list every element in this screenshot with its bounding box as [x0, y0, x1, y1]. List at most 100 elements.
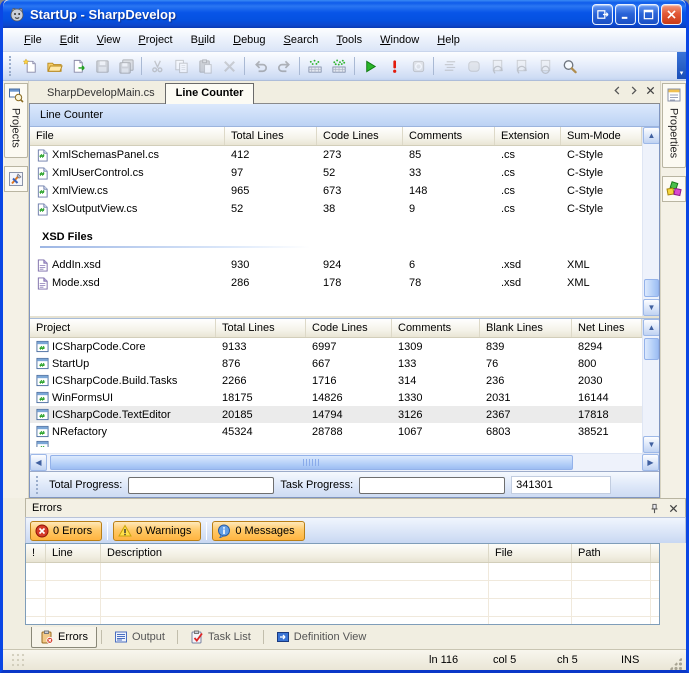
table-row[interactable]: XslOutputView.cs52389.csC-Style: [30, 200, 642, 218]
filter-errors-button[interactable]: 0 Errors: [30, 521, 102, 541]
close-window-button[interactable]: [661, 4, 682, 25]
errors-column-line[interactable]: Line: [46, 544, 101, 562]
scroll-down-arrow[interactable]: ▼: [643, 299, 659, 316]
column-header-comments[interactable]: Comments: [392, 319, 480, 337]
save-button[interactable]: [90, 54, 114, 78]
vertical-scrollbar[interactable]: ▲▼: [642, 319, 659, 453]
vertical-scroll-thumb[interactable]: [644, 279, 659, 297]
search-button[interactable]: [557, 54, 581, 78]
column-header-net-lines[interactable]: Net Lines: [572, 319, 642, 337]
column-header-code-lines[interactable]: Code Lines: [306, 319, 392, 337]
pad-tab-task-list[interactable]: Task List: [182, 627, 259, 647]
progress-strip-grip[interactable]: [36, 476, 41, 494]
column-header-project[interactable]: Project: [30, 319, 216, 337]
scroll-right-arrow[interactable]: ▶: [642, 454, 659, 471]
table-row[interactable]: XmlSchemasPanel.cs41227385.csC-Style: [30, 146, 642, 164]
step-over-button[interactable]: [485, 54, 509, 78]
table-row[interactable]: [30, 440, 642, 447]
menu-debug[interactable]: Debug: [224, 31, 274, 49]
filter-messages-button[interactable]: 0 Messages: [212, 521, 304, 541]
vertical-scroll-thumb[interactable]: [644, 338, 659, 360]
sidebar-tab-projects[interactable]: Projects: [4, 83, 28, 158]
scroll-up-arrow[interactable]: ▲: [643, 319, 659, 336]
errors-column-path[interactable]: Path: [572, 544, 651, 562]
minimize-button[interactable]: [615, 4, 636, 25]
scroll-left-arrow[interactable]: ◀: [30, 454, 47, 471]
menu-search[interactable]: Search: [275, 31, 328, 49]
table-row[interactable]: Mode.xsd28617878.xsdXML: [30, 274, 642, 292]
pad-tab-definition-view[interactable]: Definition View: [268, 627, 375, 647]
menu-file[interactable]: File: [15, 31, 51, 49]
scroll-up-arrow[interactable]: ▲: [643, 127, 659, 144]
menu-build[interactable]: Build: [182, 31, 224, 49]
build-button[interactable]: [303, 54, 327, 78]
menu-project[interactable]: Project: [129, 31, 181, 49]
table-row[interactable]: XmlUserControl.cs975233.csC-Style: [30, 164, 642, 182]
run-button[interactable]: [358, 54, 382, 78]
abort-button[interactable]: [382, 54, 406, 78]
copy-button[interactable]: [169, 54, 193, 78]
tab-scroll-right-button[interactable]: [629, 86, 638, 95]
horizontal-scrollbar[interactable]: ◀ ▶: [30, 453, 659, 471]
tab-close-button[interactable]: [645, 85, 656, 96]
pad-tab-errors[interactable]: Errors: [31, 627, 97, 648]
column-header-sum-mode[interactable]: Sum-Mode: [561, 127, 642, 145]
toolbar-grip[interactable]: [9, 56, 15, 76]
table-row[interactable]: XmlView.cs965673148.csC-Style: [30, 182, 642, 200]
sidebar-tab-tools[interactable]: [4, 166, 28, 192]
tab-scroll-left-button[interactable]: [613, 86, 622, 95]
column-header-code-lines[interactable]: Code Lines: [317, 127, 403, 145]
table-row[interactable]: NRefactory45324287881067680338521: [30, 423, 642, 440]
menu-view[interactable]: View: [88, 31, 130, 49]
pin-icon[interactable]: [649, 503, 660, 514]
doc-tab-sharpdevelopmain-cs[interactable]: SharpDevelopMain.cs: [37, 84, 165, 103]
resize-grip[interactable]: [669, 657, 682, 670]
vertical-scrollbar[interactable]: ▲▼: [642, 127, 659, 316]
step-into-button[interactable]: [509, 54, 533, 78]
scroll-down-arrow[interactable]: ▼: [643, 436, 659, 453]
pad-tab-output[interactable]: Output: [106, 627, 173, 647]
column-header-blank-lines[interactable]: Blank Lines: [480, 319, 572, 337]
column-header-extension[interactable]: Extension: [495, 127, 561, 145]
menu-tools[interactable]: Tools: [327, 31, 371, 49]
float-window-button[interactable]: [592, 4, 613, 25]
cut-button[interactable]: [145, 54, 169, 78]
column-header-total-lines[interactable]: Total Lines: [216, 319, 306, 337]
table-row[interactable]: ICSharpCode.Core9133699713098398294: [30, 338, 642, 355]
menu-window[interactable]: Window: [371, 31, 428, 49]
table-row[interactable]: AddIn.xsd9309246.xsdXML: [30, 256, 642, 274]
build-all-button[interactable]: [327, 54, 351, 78]
maximize-button[interactable]: [638, 4, 659, 25]
delete-button[interactable]: [217, 54, 241, 78]
toolbar-overflow-button[interactable]: ▾: [677, 52, 686, 79]
errors-column-description[interactable]: Description: [101, 544, 489, 562]
sidebar-tab-properties[interactable]: Properties: [662, 83, 686, 168]
horizontal-scroll-thumb[interactable]: [50, 455, 573, 470]
progress-value-box[interactable]: 341301: [511, 476, 611, 494]
sidebar-tab-toolbox[interactable]: [662, 176, 686, 202]
doc-tab-line-counter[interactable]: Line Counter: [165, 83, 255, 104]
filter-warnings-button[interactable]: 0 Warnings: [113, 521, 201, 541]
paste-button[interactable]: [193, 54, 217, 78]
column-header-file[interactable]: File: [30, 127, 225, 145]
table-row[interactable]: ICSharpCode.TextEditor201851479431262367…: [30, 406, 642, 423]
menu-edit[interactable]: Edit: [51, 31, 88, 49]
errors-column-file[interactable]: File: [489, 544, 572, 562]
open-folder-button[interactable]: [42, 54, 66, 78]
bookmark-list-button[interactable]: [437, 54, 461, 78]
errors-pad-close-icon[interactable]: [668, 503, 679, 514]
document-arrow-button[interactable]: [66, 54, 90, 78]
menu-help[interactable]: Help: [428, 31, 469, 49]
save-all-button[interactable]: [114, 54, 138, 78]
stop-button[interactable]: [406, 54, 430, 78]
table-row[interactable]: ICSharpCode.Build.Tasks22661716314236203…: [30, 372, 642, 389]
table-row[interactable]: StartUp87666713376800: [30, 355, 642, 372]
errors-column-severity[interactable]: !: [26, 544, 46, 562]
breakpoint-button[interactable]: [461, 54, 485, 78]
table-row[interactable]: WinFormsUI18175148261330203116144: [30, 389, 642, 406]
column-header-comments[interactable]: Comments: [403, 127, 495, 145]
column-header-total-lines[interactable]: Total Lines: [225, 127, 317, 145]
undo-button[interactable]: [248, 54, 272, 78]
new-file-button[interactable]: [18, 54, 42, 78]
step-out-button[interactable]: [533, 54, 557, 78]
